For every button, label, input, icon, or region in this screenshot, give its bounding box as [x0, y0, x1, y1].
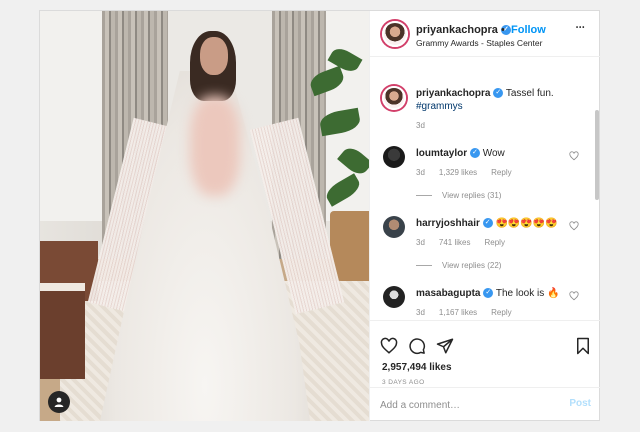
comment-like-heart-icon[interactable] — [569, 151, 579, 161]
view-replies-button[interactable]: View replies (22) — [416, 261, 501, 270]
add-comment-input[interactable] — [380, 397, 560, 413]
comment-meta: 3d 741 likes Reply — [416, 238, 519, 247]
comments-list: priyankachopra ✓ Tassel fun. #grammys 3d… — [370, 58, 601, 320]
location-link[interactable]: Grammy Awards - Staples Center — [416, 38, 542, 48]
comment-age: 3d — [416, 308, 425, 317]
reply-button[interactable]: Reply — [484, 238, 504, 247]
comment-username[interactable]: loumtaylor — [416, 148, 467, 159]
author-username[interactable]: priyankachopra ✓ — [416, 24, 511, 36]
comment-likes[interactable]: 1,329 likes — [439, 168, 477, 177]
commenter-avatar[interactable] — [383, 286, 405, 308]
comment-likes[interactable]: 741 likes — [439, 238, 471, 247]
comment-like-heart-icon[interactable] — [569, 221, 579, 231]
comment-2: harryjoshhair ✓ 😍😍😍😍😍 — [416, 218, 558, 229]
comment-like-heart-icon[interactable] — [569, 291, 579, 301]
comment-age: 3d — [416, 238, 425, 247]
follow-button[interactable]: Follow — [511, 24, 546, 36]
reply-button[interactable]: Reply — [491, 168, 511, 177]
caption-text: Tassel fun. — [505, 88, 554, 99]
comment-text: 😍😍😍😍😍 — [495, 218, 558, 229]
caption-avatar[interactable] — [382, 86, 406, 110]
blurred-region — [190, 96, 240, 196]
comment-username[interactable]: masabagupta — [416, 288, 480, 299]
post-timestamp[interactable]: 3 DAYS AGO — [382, 379, 425, 386]
comment-age: 3d — [416, 168, 425, 177]
tagged-user-icon[interactable] — [48, 391, 70, 413]
share-icon[interactable] — [436, 337, 454, 355]
caption: priyankachopra ✓ Tassel fun. — [416, 88, 554, 99]
author-avatar[interactable] — [382, 21, 408, 47]
verified-badge-icon: ✓ — [469, 148, 480, 159]
comment-likes[interactable]: 1,167 likes — [439, 308, 477, 317]
verified-badge-icon: ✓ — [482, 218, 493, 229]
commenter-avatar[interactable] — [383, 216, 405, 238]
instagram-post: priyankachopra ✓ • Follow Grammy Awards … — [39, 10, 601, 421]
commenter-avatar[interactable] — [383, 146, 405, 168]
verified-badge-icon: ✓ — [483, 288, 494, 299]
post-details-panel: priyankachopra ✓ • Follow Grammy Awards … — [369, 11, 601, 421]
view-replies-button[interactable]: View replies (31) — [416, 191, 501, 200]
heart-icon[interactable] — [380, 337, 398, 355]
comment-icon[interactable] — [408, 337, 426, 355]
caption-hashtag[interactable]: #grammys — [416, 101, 463, 112]
comment-meta: 3d 1,329 likes Reply — [416, 168, 526, 177]
post-comment-button[interactable]: Post — [569, 398, 591, 409]
post-actions: 2,957,494 likes 3 DAYS AGO — [370, 320, 601, 390]
comments-scrollbar[interactable] — [595, 110, 599, 200]
comment-text: The look is 🔥 — [495, 288, 560, 299]
separator-dot: • — [501, 24, 505, 36]
caption-age: 3d — [416, 121, 425, 130]
verified-badge-icon: ✓ — [493, 88, 504, 99]
comment-1: loumtaylor ✓ Wow — [416, 148, 505, 159]
post-photo[interactable] — [40, 11, 369, 421]
caption-username[interactable]: priyankachopra — [416, 88, 490, 99]
comment-3: masabagupta ✓ The look is 🔥 — [416, 288, 559, 299]
more-options-icon[interactable]: ••• — [576, 25, 585, 31]
reply-button[interactable]: Reply — [491, 308, 511, 317]
comment-username[interactable]: harryjoshhair — [416, 218, 480, 229]
comment-meta: 3d 1,167 likes Reply — [416, 308, 526, 317]
bookmark-icon[interactable] — [574, 337, 592, 355]
likes-count[interactable]: 2,957,494 likes — [382, 362, 452, 373]
post-header: priyankachopra ✓ • Follow Grammy Awards … — [370, 11, 601, 57]
add-comment-bar: Post — [370, 387, 601, 421]
comment-text: Wow — [482, 148, 505, 159]
